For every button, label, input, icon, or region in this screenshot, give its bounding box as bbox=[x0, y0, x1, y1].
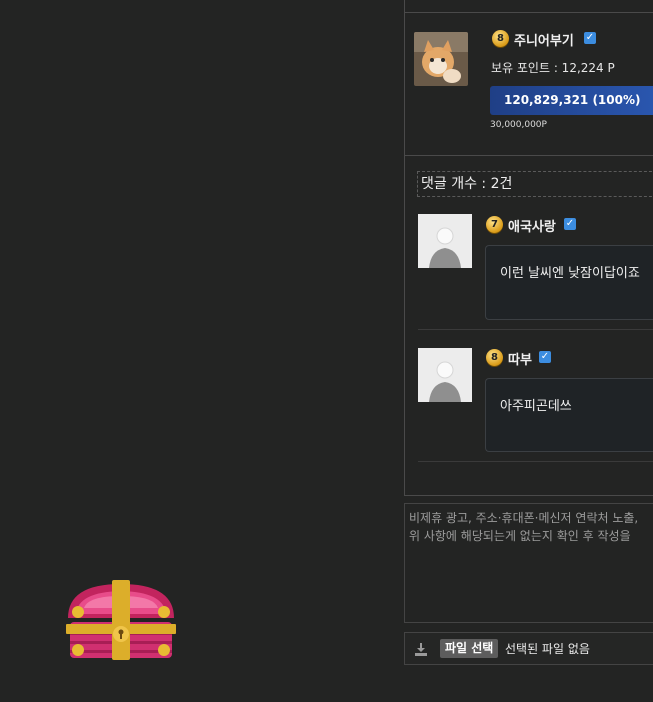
progress-sub-label: 30,000,000P bbox=[490, 120, 547, 130]
default-avatar-icon[interactable] bbox=[418, 348, 472, 402]
comment-input[interactable]: 비제휴 광고, 주소·휴대폰·메신저 연락처 노출, 위 사항에 해당되는게 없… bbox=[404, 503, 653, 623]
level-badge-icon: 7 bbox=[486, 216, 503, 233]
points-progress-bar: 120,829,321 (100%) bbox=[490, 86, 653, 115]
comment-bubble: 아주피곤데쓰 bbox=[485, 378, 653, 452]
download-icon bbox=[414, 641, 428, 660]
level-badge-icon: 8 bbox=[492, 30, 509, 47]
panel-divider bbox=[404, 155, 653, 156]
panel-border-bottom bbox=[404, 495, 653, 496]
default-avatar-icon[interactable] bbox=[418, 214, 472, 268]
comment-author-name[interactable]: 애국사랑 bbox=[508, 216, 556, 235]
comment-bubble: 이런 날씨엔 낮잠이답이죠 bbox=[485, 245, 653, 320]
comment-author-name[interactable]: 따부 bbox=[508, 349, 532, 368]
author-name[interactable]: 주니어부기 bbox=[514, 30, 574, 49]
comment-count: 댓글 개수 : 2건 bbox=[417, 171, 653, 197]
comment-input-placeholder-2: 위 사항에 해당되는게 없는지 확인 후 작성을 bbox=[409, 529, 631, 543]
comment-text: 아주피곤데쓰 bbox=[500, 399, 572, 414]
panel-border-top bbox=[404, 12, 653, 13]
author-avatar[interactable] bbox=[414, 32, 468, 86]
comment-input-placeholder-1: 비제휴 광고, 주소·휴대폰·메신저 연락처 노출, bbox=[409, 511, 639, 525]
comment-divider bbox=[418, 461, 653, 462]
verified-icon: ✓ bbox=[539, 351, 551, 363]
comment-text: 이런 날씨엔 낮잠이답이죠 bbox=[500, 266, 640, 281]
file-status: 선택된 파일 없음 bbox=[505, 642, 590, 656]
level-badge-icon: 8 bbox=[486, 349, 503, 366]
author-points: 보유 포인트 : 12,224 P bbox=[491, 61, 615, 75]
panel-border-left bbox=[404, 0, 405, 496]
verified-icon: ✓ bbox=[564, 218, 576, 230]
treasure-chest-icon[interactable] bbox=[64, 578, 178, 666]
comment-divider bbox=[418, 329, 653, 330]
file-select-button[interactable]: 파일 선택 bbox=[440, 639, 499, 658]
verified-icon: ✓ bbox=[584, 32, 596, 44]
progress-text: 120,829,321 (100%) bbox=[504, 93, 641, 107]
